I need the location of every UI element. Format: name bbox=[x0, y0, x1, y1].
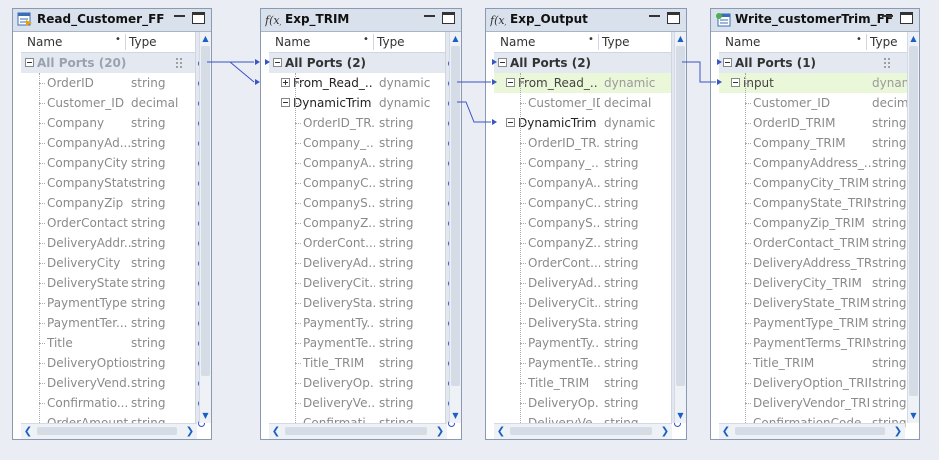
link-trim-to-output-dynamictrim[interactable] bbox=[457, 101, 491, 123]
link-read-to-trim-from-read[interactable] bbox=[207, 61, 255, 83]
link-arrow-icon bbox=[717, 59, 722, 65]
link-arrow-icon bbox=[255, 59, 260, 65]
link-arrow-icon bbox=[717, 79, 722, 85]
link-arrow-icon bbox=[492, 79, 497, 85]
link-output-to-write[interactable] bbox=[682, 61, 716, 83]
link-arrow-icon bbox=[265, 59, 270, 65]
link-layer bbox=[207, 59, 722, 125]
link-arrow-icon bbox=[492, 59, 497, 65]
link-arrow-icon bbox=[492, 119, 497, 125]
link-arrow-icon bbox=[255, 79, 260, 85]
